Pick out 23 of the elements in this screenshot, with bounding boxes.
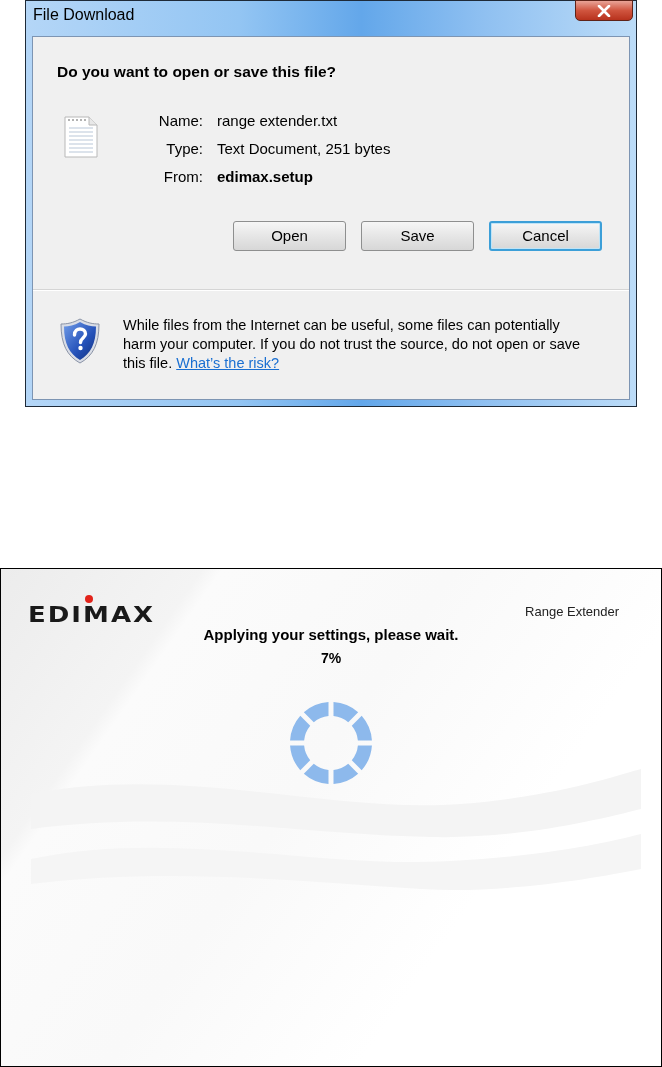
shield-question-icon [60, 318, 100, 364]
dot-icon [85, 595, 93, 603]
warning-text: While files from the Internet can be useful, some files can potentially harm your computer. If you do not trust the source, do not open or save this file. What’s the risk? [123, 316, 581, 373]
text-file-icon [64, 116, 98, 158]
progress-percent: 7% [320, 649, 342, 668]
field-label: Name: [158, 111, 203, 131]
product-name: Range Extender [525, 604, 619, 620]
dialog-question: Do you want to open or save this file? [57, 62, 338, 82]
field-label: From: [163, 167, 203, 187]
dialog-button[interactable]: Open [233, 221, 346, 251]
logo-text: EDIMAX [28, 604, 156, 624]
risk-link[interactable]: What’s the risk? [176, 355, 280, 371]
field-label: Type: [166, 139, 203, 159]
dialog-button[interactable]: Save [361, 221, 474, 251]
field-value: Text Document, 251 bytes [217, 139, 391, 159]
loading-spinner-icon [289, 701, 373, 785]
window-title: File Download [33, 5, 135, 25]
dialog-button[interactable]: Cancel [489, 221, 602, 251]
status-message: Applying your settings, please wait. [203, 625, 459, 645]
close-button[interactable] [575, 0, 633, 21]
field-value: range extender.txt [217, 111, 338, 131]
close-icon [597, 4, 611, 17]
field-value: edimax.setup [217, 167, 313, 187]
